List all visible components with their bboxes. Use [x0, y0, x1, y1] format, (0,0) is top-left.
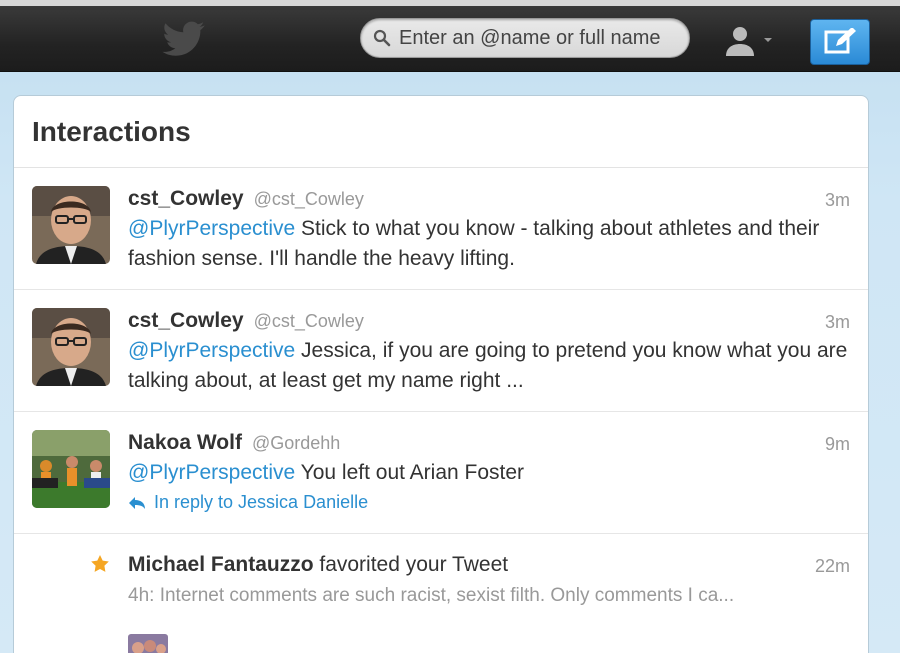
favorite-user-name[interactable]: Michael Fantauzzo [128, 553, 314, 576]
tweet-text: @PlyrPerspective Stick to what you know … [128, 214, 848, 274]
interactions-panel: Interactions cst_Cowley @cst_Cowley @Plyr… [13, 95, 869, 653]
tweet-item[interactable]: Nakoa Wolf @Gordehh @PlyrPerspective You … [14, 412, 868, 534]
star-icon [91, 555, 109, 572]
tweet-timestamp[interactable]: 3m [825, 312, 850, 333]
panel-header: Interactions [14, 96, 868, 168]
in-reply-to-link[interactable]: In reply to Jessica Danielle [128, 492, 848, 513]
tweet-content: cst_Cowley @cst_Cowley @PlyrPerspective J… [128, 306, 848, 396]
favorited-tweet-snippet[interactable]: 4h: Internet comments are such racist, s… [128, 582, 848, 610]
reply-arrow-icon [129, 496, 145, 509]
search-box[interactable] [360, 18, 690, 58]
tweet-text: @PlyrPerspective Jessica, if you are goi… [128, 336, 848, 396]
tweet-content: cst_Cowley @cst_Cowley @PlyrPerspective S… [128, 184, 848, 274]
tweet-timestamp[interactable]: 3m [825, 190, 850, 211]
tweet-author-handle[interactable]: @cst_Cowley [254, 311, 364, 331]
top-navigation-bar [0, 0, 900, 72]
favorite-user-avatar[interactable] [128, 634, 168, 653]
tweet-author-name[interactable]: Nakoa Wolf [128, 431, 242, 454]
mention-link[interactable]: @PlyrPerspective [128, 217, 295, 240]
tweet-author-name[interactable]: cst_Cowley [128, 309, 244, 332]
tweet-text: @PlyrPerspective You left out Arian Fost… [128, 458, 848, 488]
tweet-item[interactable]: cst_Cowley @cst_Cowley @PlyrPerspective J… [14, 290, 868, 412]
mention-link[interactable]: @PlyrPerspective [128, 339, 295, 362]
compose-icon [824, 28, 856, 54]
tweet-author-handle[interactable]: @cst_Cowley [254, 189, 364, 209]
avatar[interactable] [32, 186, 110, 264]
mention-link[interactable]: @PlyrPerspective [128, 461, 295, 484]
avatar[interactable] [32, 308, 110, 386]
user-menu-icon[interactable] [720, 24, 778, 60]
tweet-timestamp[interactable]: 9m [825, 434, 850, 455]
tweet-author-name[interactable]: cst_Cowley [128, 187, 244, 210]
page-title: Interactions [32, 116, 191, 147]
tweet-item[interactable]: cst_Cowley @cst_Cowley @PlyrPerspective S… [14, 168, 868, 290]
twitter-bird-icon[interactable] [160, 20, 208, 60]
favorite-action-text: favorited your Tweet [313, 553, 509, 576]
avatar[interactable] [32, 430, 110, 508]
tweet-content: Nakoa Wolf @Gordehh @PlyrPerspective You … [128, 428, 848, 513]
compose-tweet-button[interactable] [810, 19, 870, 65]
tweet-body: You left out Arian Foster [295, 461, 525, 484]
search-input[interactable] [399, 25, 679, 51]
in-reply-to-label: In reply to Jessica Danielle [154, 492, 369, 512]
favorite-notification[interactable]: Michael Fantauzzo favorited your Tweet 4… [14, 534, 868, 653]
favorite-timestamp: 22m [814, 556, 850, 576]
favorite-content: Michael Fantauzzo favorited your Tweet 4… [128, 550, 848, 610]
tweet-author-handle[interactable]: @Gordehh [252, 433, 340, 453]
search-icon [373, 29, 391, 47]
